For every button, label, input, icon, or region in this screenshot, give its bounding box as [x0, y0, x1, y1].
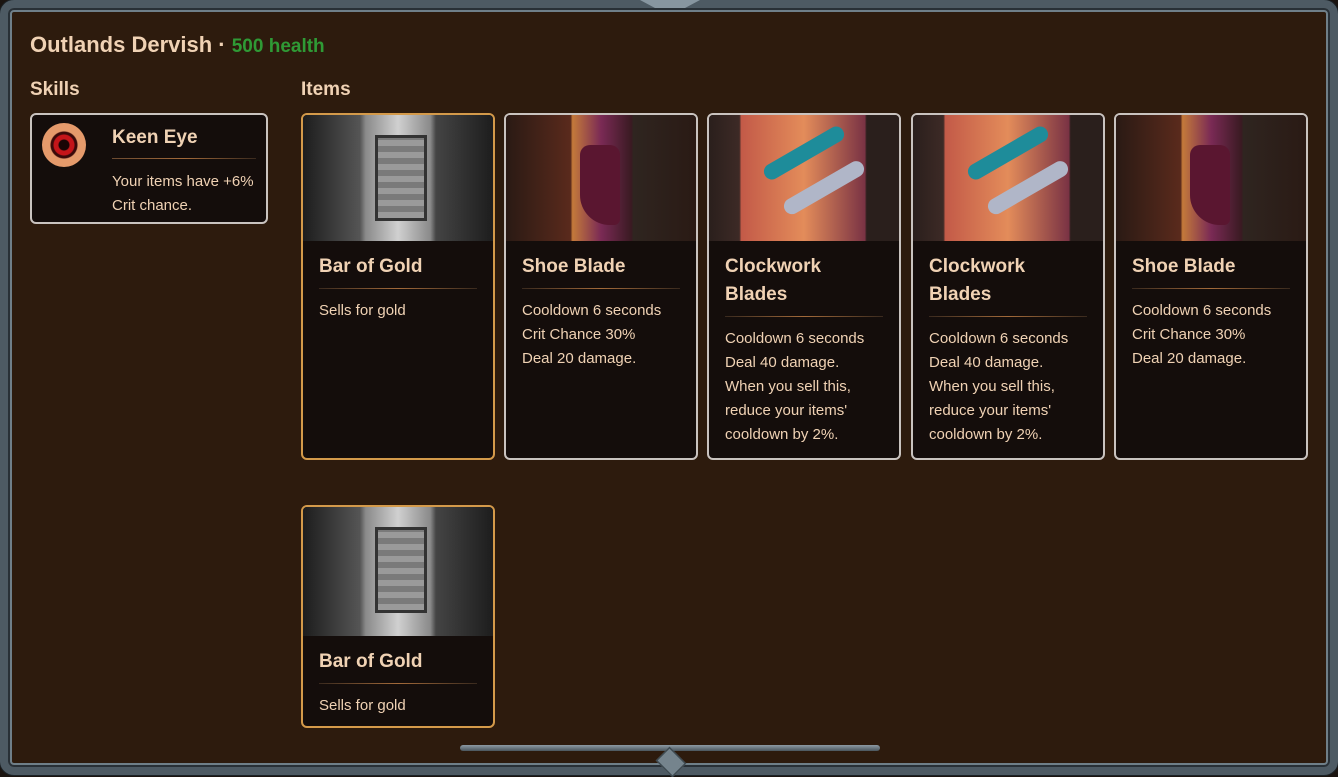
item-description: Cooldown 6 seconds Crit Chance 30% Deal … — [522, 299, 680, 371]
item-divider — [522, 288, 680, 289]
item-line: Sells for gold — [319, 302, 406, 319]
skill-divider — [112, 158, 256, 159]
item-divider — [1132, 288, 1290, 289]
item-line: Cooldown 6 seconds — [522, 302, 662, 319]
item-description: Cooldown 6 seconds Deal 40 damage. When … — [725, 327, 883, 447]
shoe-blade-art — [1116, 115, 1306, 241]
item-line: Deal 40 damage. — [929, 354, 1044, 371]
item-line: Sells for gold — [319, 697, 406, 714]
item-line: Cooldown 6 seconds — [1132, 302, 1272, 319]
shoe-blade-art — [506, 115, 696, 241]
item-divider — [319, 288, 477, 289]
skill-name: Keen Eye — [112, 127, 198, 148]
item-name: Shoe Blade — [1132, 256, 1236, 277]
clockwork-blades-art — [709, 115, 899, 241]
item-line: Crit Chance 30% — [1132, 326, 1246, 343]
skill-card[interactable]: Keen Eye Your items have +6% Crit chance… — [30, 113, 268, 224]
item-description: Sells for gold — [319, 299, 477, 323]
item-description: Sells for gold — [319, 694, 477, 718]
item-divider — [725, 316, 883, 317]
item-card-clockwork-blades[interactable]: Clockwork Blades Cooldown 6 seconds Deal… — [911, 113, 1105, 460]
item-line: When you sell this, reduce your items' c… — [725, 378, 851, 443]
item-description: Cooldown 6 seconds Crit Chance 30% Deal … — [1132, 299, 1290, 371]
health-value: 500 health — [231, 36, 325, 57]
item-card-bar-of-gold[interactable]: Bar of Gold Sells for gold — [301, 113, 495, 460]
title-separator: · — [218, 32, 226, 57]
item-card-shoe-blade[interactable]: Shoe Blade Cooldown 6 seconds Crit Chanc… — [504, 113, 698, 460]
item-card-shoe-blade[interactable]: Shoe Blade Cooldown 6 seconds Crit Chanc… — [1114, 113, 1308, 460]
item-line: Crit Chance 30% — [522, 326, 636, 343]
item-line: Deal 20 damage. — [1132, 350, 1247, 367]
eye-icon — [42, 123, 86, 167]
item-line: Cooldown 6 seconds — [929, 330, 1069, 347]
items-heading: Items — [301, 79, 351, 100]
item-line: Deal 20 damage. — [522, 350, 637, 367]
page-title: Outlands Dervish · 500 health — [30, 32, 325, 58]
item-line: When you sell this, reduce your items' c… — [929, 378, 1055, 443]
skill-description: Your items have +6% Crit chance. — [112, 173, 254, 214]
item-line: Deal 40 damage. — [725, 354, 840, 371]
clockwork-blades-art — [913, 115, 1103, 241]
item-name: Bar of Gold — [319, 651, 423, 672]
item-description: Cooldown 6 seconds Deal 40 damage. When … — [929, 327, 1087, 447]
item-name: Clockwork Blades — [725, 256, 822, 305]
skills-heading: Skills — [30, 79, 80, 100]
item-divider — [929, 316, 1087, 317]
item-line: Cooldown 6 seconds — [725, 330, 865, 347]
character-name: Outlands Dervish — [30, 32, 213, 57]
gold-bar-art — [303, 507, 493, 636]
item-name: Shoe Blade — [522, 256, 626, 277]
item-card-bar-of-gold[interactable]: Bar of Gold Sells for gold — [301, 505, 495, 728]
item-divider — [319, 683, 477, 684]
item-name: Bar of Gold — [319, 256, 423, 277]
item-name: Clockwork Blades — [929, 256, 1026, 305]
item-card-clockwork-blades[interactable]: Clockwork Blades Cooldown 6 seconds Deal… — [707, 113, 901, 460]
gold-bar-art — [303, 115, 493, 241]
